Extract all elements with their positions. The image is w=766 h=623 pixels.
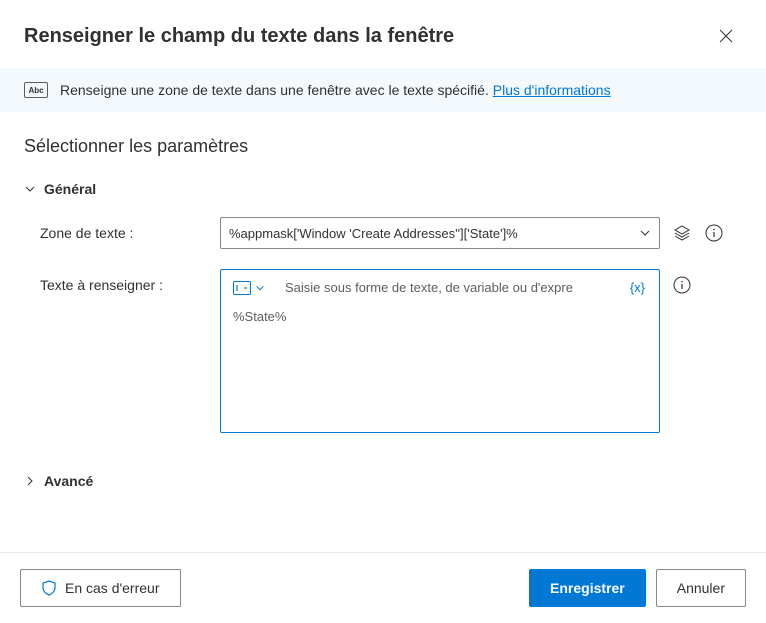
chevron-down-icon xyxy=(24,183,36,195)
dialog-body: Sélectionner les paramètres Général Zone… xyxy=(0,112,766,489)
editor-toolbar: Saisie sous forme de texte, de variable … xyxy=(221,270,659,305)
input-mode-selector[interactable] xyxy=(231,279,267,297)
info-icon xyxy=(705,224,723,242)
banner-description: Renseigne une zone de texte dans une fen… xyxy=(60,82,489,98)
text-to-fill-label: Texte à renseigner : xyxy=(40,269,220,293)
text-box-row: Zone de texte : %appmask['Window 'Create… xyxy=(24,217,742,249)
shield-icon xyxy=(41,580,57,596)
chevron-right-icon xyxy=(24,475,36,487)
cancel-button[interactable]: Annuler xyxy=(656,569,746,607)
dialog-footer: En cas d'erreur Enregistrer Annuler xyxy=(0,552,766,623)
text-to-fill-editor[interactable]: Saisie sous forme de texte, de variable … xyxy=(220,269,660,433)
layers-icon xyxy=(673,224,691,242)
chevron-down-icon xyxy=(255,283,265,293)
general-label: Général xyxy=(44,181,96,197)
info-banner: Abc Renseigne une zone de texte dans une… xyxy=(0,68,766,112)
text-box-dropdown[interactable]: %appmask['Window 'Create Addresses'']['S… xyxy=(220,217,660,249)
more-info-link[interactable]: Plus d'informations xyxy=(493,82,611,98)
advanced-label: Avancé xyxy=(44,473,93,489)
text-box-label: Zone de texte : xyxy=(40,217,220,241)
ui-element-picker-button[interactable] xyxy=(672,223,692,243)
editor-placeholder: Saisie sous forme de texte, de variable … xyxy=(285,280,620,295)
info-button[interactable] xyxy=(672,275,692,295)
variable-picker-button[interactable]: {x} xyxy=(626,278,649,297)
advanced-section-header[interactable]: Avancé xyxy=(24,473,742,489)
textbox-icon: Abc xyxy=(24,82,48,98)
info-button[interactable] xyxy=(704,223,724,243)
on-error-label: En cas d'erreur xyxy=(65,580,160,596)
chevron-down-icon xyxy=(639,227,651,239)
section-title: Sélectionner les paramètres xyxy=(24,136,742,157)
text-to-fill-row: Texte à renseigner : Saisie sous forme d… xyxy=(24,269,742,433)
text-input-icon xyxy=(233,281,251,295)
info-icon xyxy=(673,276,691,294)
on-error-button[interactable]: En cas d'erreur xyxy=(20,569,181,607)
info-text: Renseigne une zone de texte dans une fen… xyxy=(60,82,611,98)
save-button[interactable]: Enregistrer xyxy=(529,569,646,607)
editor-content[interactable]: %State% xyxy=(221,305,659,336)
dialog-title: Renseigner le champ du texte dans la fen… xyxy=(24,25,454,48)
footer-actions: Enregistrer Annuler xyxy=(529,569,746,607)
dialog-header: Renseigner le champ du texte dans la fen… xyxy=(0,0,766,68)
close-button[interactable] xyxy=(710,20,742,52)
text-box-value: %appmask['Window 'Create Addresses'']['S… xyxy=(229,226,518,241)
general-section-header[interactable]: Général xyxy=(24,181,742,197)
close-icon xyxy=(719,29,733,43)
